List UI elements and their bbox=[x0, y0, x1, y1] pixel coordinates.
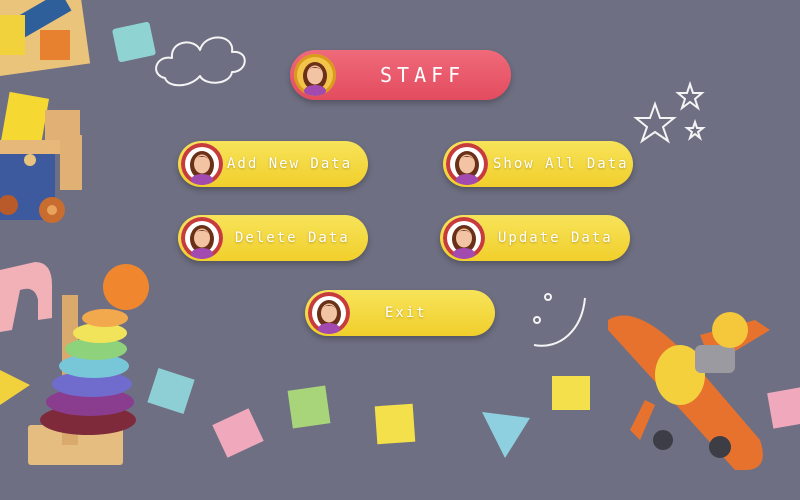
add-new-data-label: Add New Data bbox=[227, 156, 353, 172]
toy-blocks-icon bbox=[112, 21, 156, 63]
update-data-label: Update Data bbox=[498, 230, 613, 246]
cloud-doodle-icon bbox=[155, 36, 246, 87]
smiley-doodle-icon bbox=[533, 293, 586, 347]
delete-data-label: Delete Data bbox=[235, 230, 350, 246]
toy-train-icon bbox=[0, 0, 91, 223]
staff-avatar-icon bbox=[181, 217, 223, 259]
add-new-data-button[interactable]: Add New Data bbox=[178, 141, 368, 187]
exit-label: Exit bbox=[385, 305, 427, 321]
exit-button[interactable]: Exit bbox=[305, 290, 495, 336]
staff-avatar-icon bbox=[443, 217, 485, 259]
staff-title-button[interactable]: STAFF bbox=[290, 50, 511, 100]
delete-data-button[interactable]: Delete Data bbox=[178, 215, 368, 261]
show-all-data-label: Show All Data bbox=[493, 156, 629, 172]
show-all-data-button[interactable]: Show All Data bbox=[443, 141, 633, 187]
staff-avatar-icon bbox=[181, 143, 223, 185]
staff-avatar-icon bbox=[294, 54, 336, 96]
staff-avatar-icon bbox=[308, 292, 350, 334]
stars-doodle-icon bbox=[633, 80, 706, 144]
staff-avatar-icon bbox=[446, 143, 488, 185]
toy-plane-icon bbox=[608, 312, 770, 470]
update-data-button[interactable]: Update Data bbox=[440, 215, 630, 261]
staff-title: STAFF bbox=[380, 63, 466, 87]
